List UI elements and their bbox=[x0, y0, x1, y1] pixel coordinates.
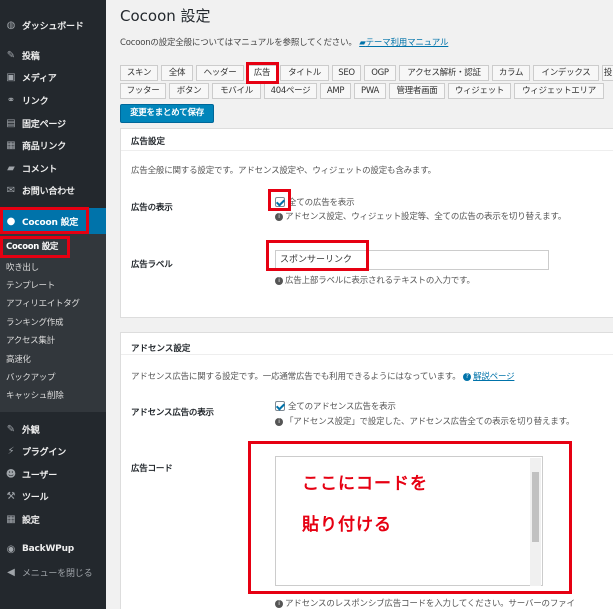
submenu-affiliate-tag[interactable]: アフィリエイトタグ bbox=[6, 297, 80, 309]
explanation-page-link[interactable]: 解説ページ bbox=[473, 372, 515, 382]
submenu-ranking[interactable]: ランキング作成 bbox=[6, 316, 63, 328]
sidebar-item-media[interactable]: ▣ メディア bbox=[0, 66, 106, 88]
ad-display-note: i アドセンス設定、ウィジェット設定等、全ての広告の表示を切り替えます。 bbox=[275, 210, 566, 222]
tab-post-partial[interactable]: 投 bbox=[602, 65, 613, 81]
sidebar-item-appearance[interactable]: ✎ 外観 bbox=[0, 418, 106, 440]
admin-sidebar: ◍ ダッシュボード ✎ 投稿 ▣ メディア ⚭ リンク ▤ 固定ページ ▦ 商品… bbox=[0, 0, 106, 609]
tab-index[interactable]: インデックス bbox=[533, 65, 599, 81]
user-icon: ☻ bbox=[5, 468, 17, 480]
manual-link[interactable]: ▰テーマ利用マニュアル bbox=[359, 38, 448, 48]
sidebar-collapse-menu[interactable]: ◀ メニューを閉じる bbox=[0, 561, 106, 583]
submenu-access-stats[interactable]: アクセス集計 bbox=[6, 334, 55, 346]
link-icon: ⚭ bbox=[6, 94, 16, 106]
submenu-backup[interactable]: バックアップ bbox=[6, 371, 56, 383]
sidebar-item-tools[interactable]: ⚒ ツール bbox=[0, 485, 106, 507]
textarea-scrollbar[interactable] bbox=[530, 458, 541, 586]
annotation-text-line1: ここにコードを bbox=[302, 474, 428, 494]
main-content: Cocoon 設定 Cocoonの設定全般についてはマニュアルを参照してください… bbox=[106, 0, 613, 609]
ad-code-label: 広告コード bbox=[131, 464, 173, 474]
submenu-cache-clear[interactable]: キャッシュ削除 bbox=[6, 389, 64, 401]
page-description: Cocoonの設定全般についてはマニュアルを参照してください。 ▰テーマ利用マニ… bbox=[120, 38, 449, 48]
tab-general[interactable]: 全体 bbox=[161, 65, 193, 81]
submenu-speedup[interactable]: 高速化 bbox=[6, 353, 31, 365]
adsense-display-label: アドセンス広告の表示 bbox=[131, 408, 214, 418]
tab-amp[interactable]: AMP bbox=[320, 83, 351, 99]
ad-label-input[interactable]: スポンサーリンク bbox=[275, 250, 549, 270]
save-all-button[interactable]: 変更をまとめて保存 bbox=[120, 104, 214, 123]
media-icon: ▣ bbox=[6, 71, 16, 83]
sidebar-item-settings[interactable]: ▦ 設定 bbox=[0, 508, 106, 530]
sidebar-item-comments[interactable]: ▰ コメント bbox=[0, 157, 106, 179]
tab-ogp[interactable]: OGP bbox=[364, 65, 396, 81]
tab-analytics-auth[interactable]: アクセス解析・認証 bbox=[399, 65, 489, 81]
all-adsense-checkbox[interactable] bbox=[275, 401, 285, 411]
tab-title[interactable]: タイトル bbox=[280, 65, 329, 81]
cocoon-submenu: Cocoon 設定 吹き出し テンプレート アフィリエイトタグ ランキング作成 … bbox=[0, 234, 106, 412]
page-title: Cocoon 設定 bbox=[120, 7, 211, 25]
pin-icon: ✎ bbox=[6, 49, 16, 61]
all-ads-checkbox[interactable] bbox=[275, 197, 285, 207]
submenu-template[interactable]: テンプレート bbox=[6, 279, 55, 291]
cocoon-icon: ● bbox=[6, 215, 16, 227]
tab-widget[interactable]: ウィジェット bbox=[448, 83, 511, 99]
tab-column[interactable]: カラム bbox=[492, 65, 530, 81]
comment-icon: ▰ bbox=[7, 162, 15, 174]
sidebar-item-users[interactable]: ☻ ユーザー bbox=[0, 463, 106, 485]
ad-label-note: i 広告上部ラベルに表示されるテキストの入力です。 bbox=[275, 274, 475, 286]
sidebar-item-links[interactable]: ⚭ リンク bbox=[0, 89, 106, 111]
info-icon: i bbox=[275, 212, 283, 221]
tool-icon: ⚒ bbox=[6, 490, 16, 502]
tab-skin[interactable]: スキン bbox=[120, 65, 158, 81]
ad-settings-description: 広告全般に関する設定です。アドセンス設定や、ウィジェットの設定も含みます。 bbox=[131, 166, 436, 176]
tab-button[interactable]: ボタン bbox=[169, 83, 209, 99]
ad-code-note: i アドセンスのレスポンシブ広告コードを入力してください。サーバーのファイ bbox=[275, 597, 575, 609]
sidebar-item-cocoon-settings[interactable]: ● Cocoon 設定 bbox=[0, 208, 106, 234]
appearance-icon: ✎ bbox=[6, 423, 16, 435]
tab-mobile[interactable]: モバイル bbox=[212, 83, 261, 99]
product-link-icon: ▦ bbox=[6, 139, 16, 151]
adsense-settings-header: アドセンス設定 bbox=[121, 333, 613, 355]
tab-footer[interactable]: フッター bbox=[120, 83, 166, 99]
info-icon: i bbox=[275, 276, 283, 285]
sidebar-item-contact[interactable]: ✉ お問い合わせ bbox=[0, 179, 106, 201]
tab-header[interactable]: ヘッダー bbox=[196, 65, 244, 81]
sidebar-item-posts[interactable]: ✎ 投稿 bbox=[0, 44, 106, 66]
ad-settings-title: 広告設定 bbox=[131, 137, 166, 147]
backwpup-icon: ◉ bbox=[6, 543, 16, 555]
tab-ads[interactable]: 広告 bbox=[247, 65, 277, 81]
adsense-description: アドセンス広告に関する設定です。一応通常広告でも利用できるようにはなっています。… bbox=[131, 372, 515, 382]
collapse-icon: ◀ bbox=[7, 566, 15, 578]
all-ads-checkbox-label: 全ての広告を表示 bbox=[288, 198, 355, 208]
plugin-icon: ⚡ bbox=[7, 445, 15, 457]
page-icon: ▤ bbox=[6, 117, 16, 129]
annotation-text-line2: 貼り付ける bbox=[302, 515, 392, 535]
ad-settings-header: 広告設定 bbox=[121, 129, 613, 151]
ad-label-label: 広告ラベル bbox=[131, 260, 173, 270]
mail-icon: ✉ bbox=[6, 184, 16, 196]
sidebar-item-dashboard[interactable]: ◍ ダッシュボード bbox=[0, 14, 106, 36]
adsense-settings-title: アドセンス設定 bbox=[131, 344, 191, 354]
info-icon: i bbox=[275, 599, 283, 608]
tab-seo[interactable]: SEO bbox=[332, 65, 361, 81]
adsense-display-note: i 「アドセンス設定」で設定した、アドセンス広告全ての表示を切り替えます。 bbox=[275, 415, 575, 427]
tab-pwa[interactable]: PWA bbox=[354, 83, 386, 99]
ad-settings-panel: 広告設定 広告全般に関する設定です。アドセンス設定や、ウィジェットの設定も含みま… bbox=[120, 128, 613, 318]
help-icon: ? bbox=[463, 372, 472, 381]
sidebar-item-pages[interactable]: ▤ 固定ページ bbox=[0, 112, 106, 134]
submenu-cocoon-settings[interactable]: Cocoon 設定 bbox=[6, 240, 58, 252]
sidebar-item-backwpup[interactable]: ◉ BackWPup bbox=[0, 538, 106, 560]
scrollbar-thumb[interactable] bbox=[532, 472, 539, 542]
submenu-speech-balloon[interactable]: 吹き出し bbox=[6, 261, 39, 273]
all-adsense-checkbox-label: 全てのアドセンス広告を表示 bbox=[288, 402, 396, 412]
sidebar-item-product-links[interactable]: ▦ 商品リンク bbox=[0, 134, 106, 156]
settings-icon: ▦ bbox=[6, 513, 16, 525]
ad-display-label: 広告の表示 bbox=[131, 203, 173, 213]
tab-widget-area[interactable]: ウィジェットエリア bbox=[514, 83, 604, 99]
sidebar-item-plugins[interactable]: ⚡ プラグイン bbox=[0, 440, 106, 462]
tab-404[interactable]: 404ページ bbox=[264, 83, 317, 99]
dashboard-icon: ◍ bbox=[6, 19, 16, 31]
tab-admin-screen[interactable]: 管理者画面 bbox=[389, 83, 445, 99]
info-icon: i bbox=[275, 417, 283, 426]
